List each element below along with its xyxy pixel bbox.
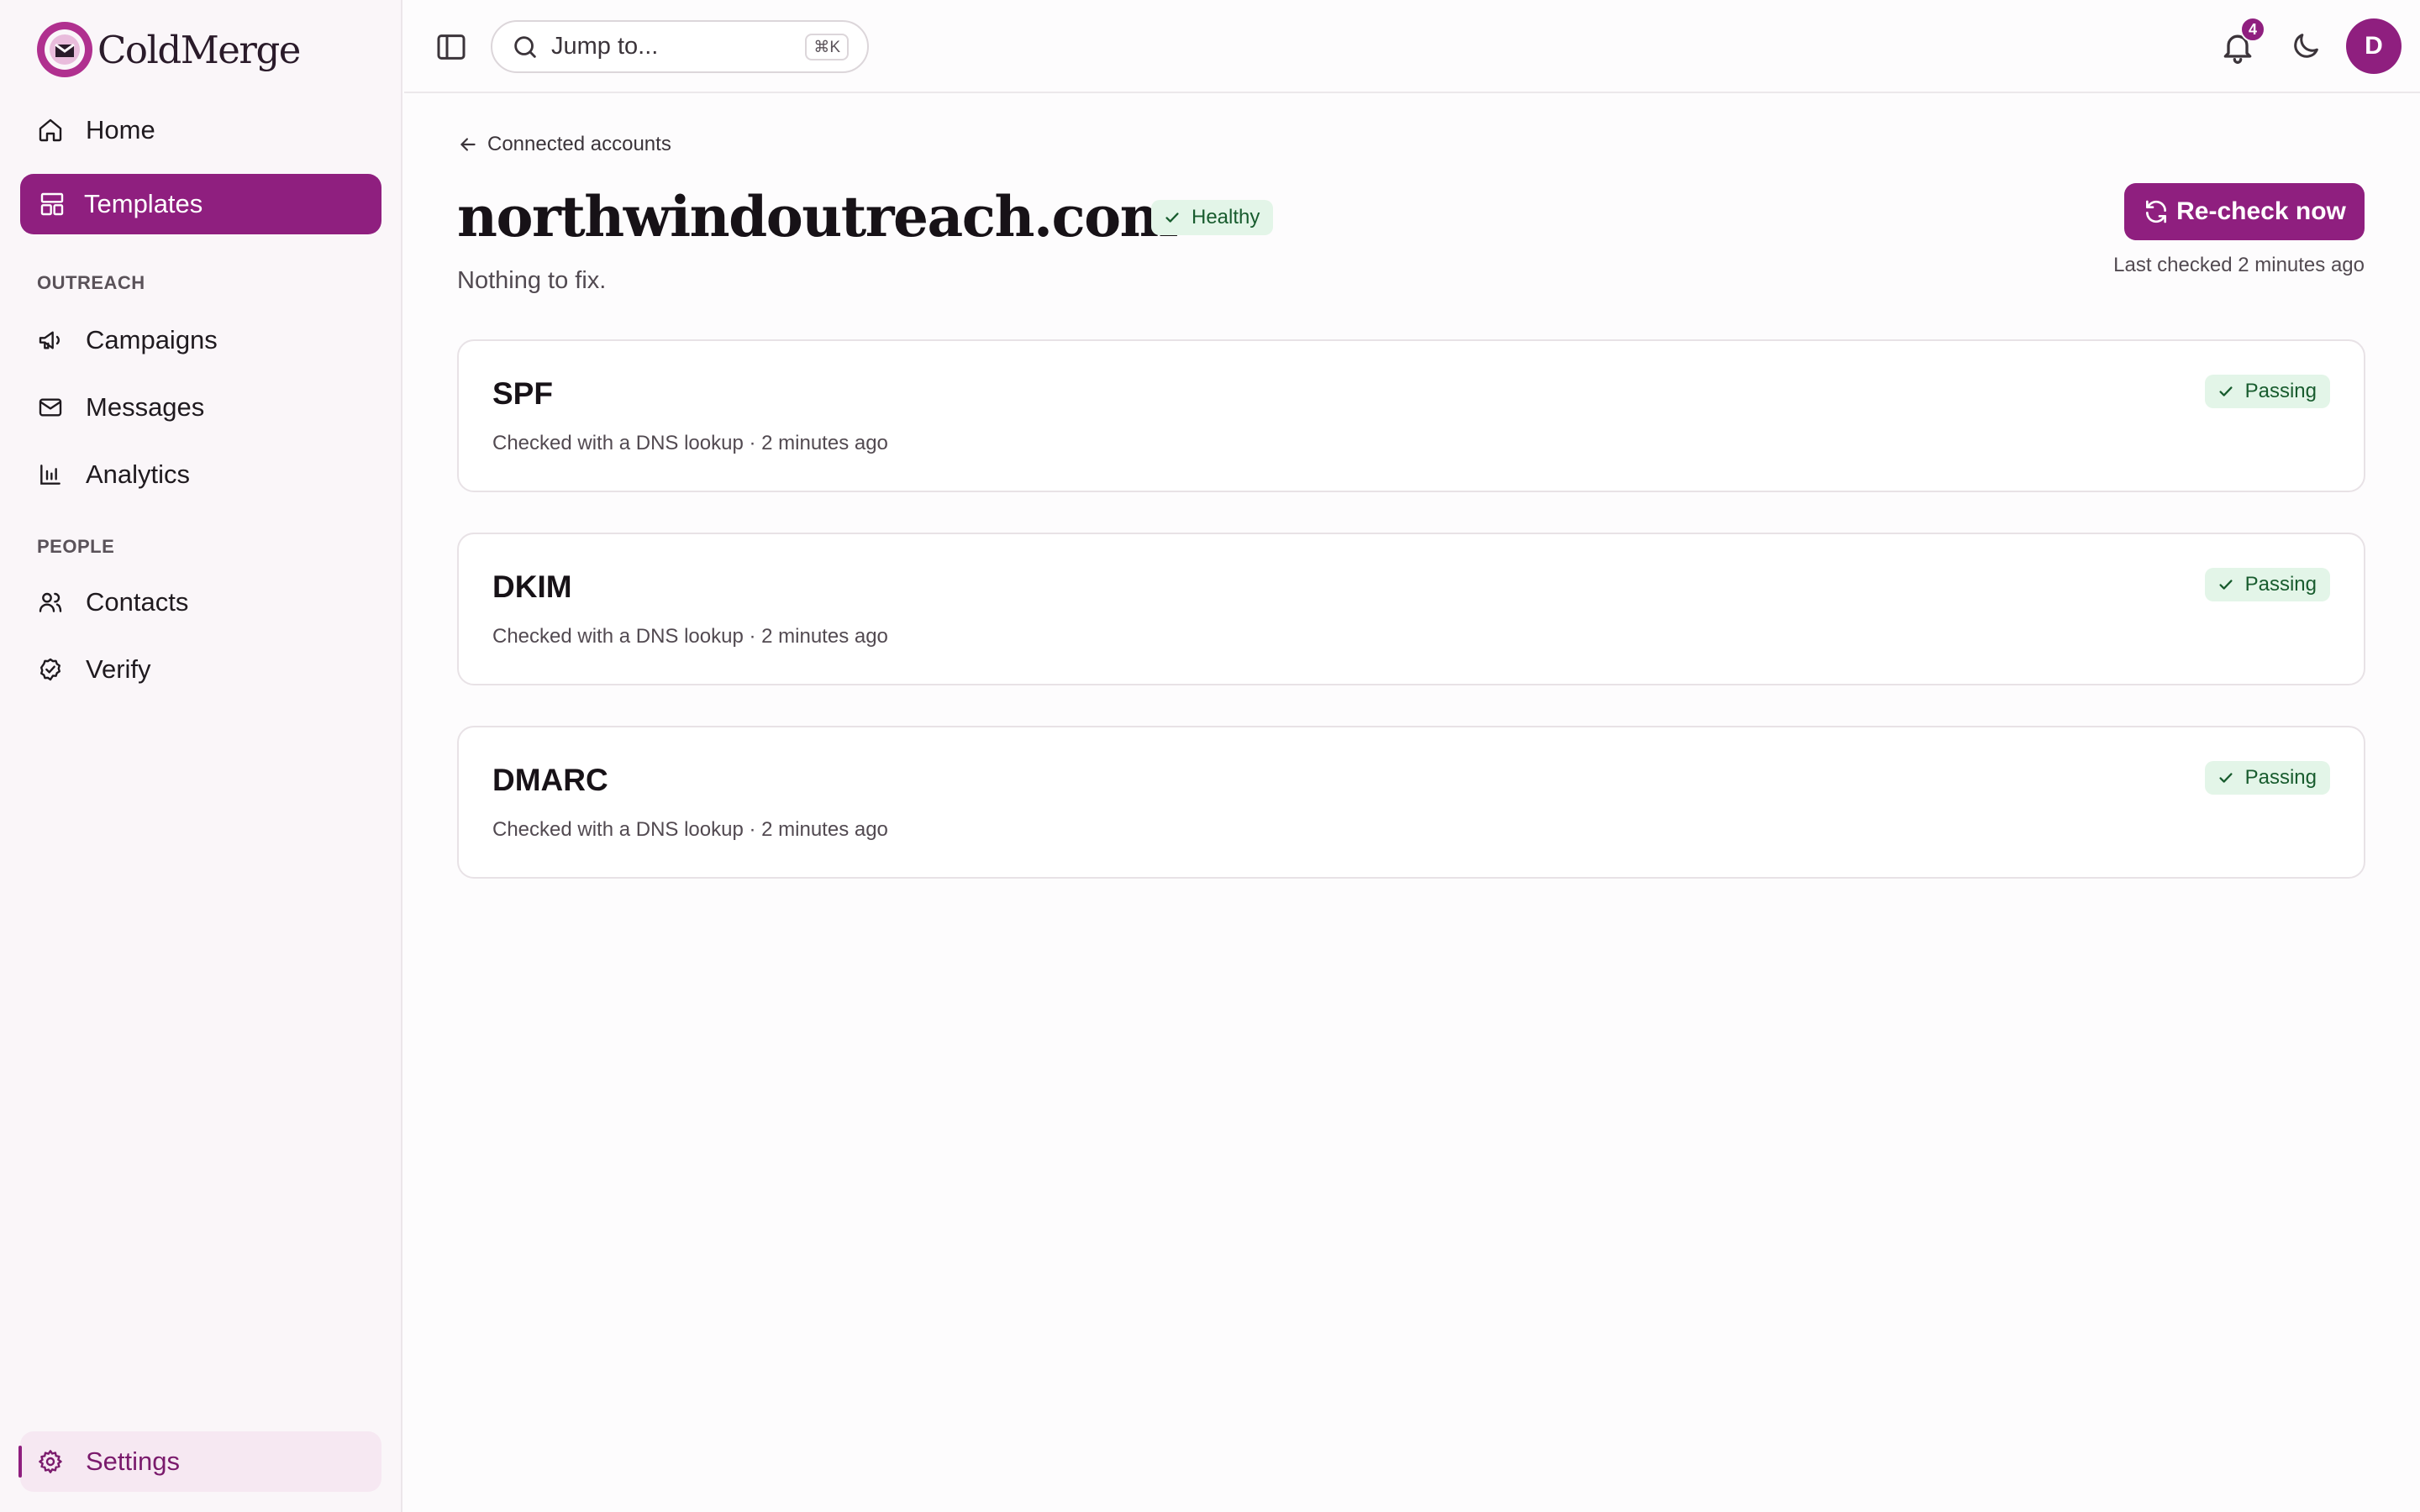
sidebar-item-templates[interactable]: Templates [20, 174, 381, 234]
check-name: DKIM [492, 570, 572, 604]
sidebar-item-settings[interactable]: Settings [20, 1431, 381, 1492]
search-icon [514, 35, 536, 58]
sidebar-item-label: Settings [86, 1446, 181, 1476]
page-subtitle: Nothing to fix. [457, 267, 607, 294]
search-input[interactable]: Jump to... ⌘K [491, 20, 869, 73]
users-icon [35, 587, 66, 617]
moon-icon[interactable] [2289, 29, 2323, 63]
check-detail: Checked with a DNS lookup · 2 minutes ag… [492, 625, 888, 648]
sidebar-item-label: Messages [86, 392, 205, 422]
topbar: Jump to... ⌘K 4 D [404, 0, 2420, 93]
status-badge-label: Healthy [1192, 206, 1260, 228]
recheck-button-label: Re-check now [2176, 197, 2346, 225]
check-card-spf: SPF Checked with a DNS lookup · 2 minute… [457, 339, 2365, 492]
notification-badge: 4 [2240, 17, 2265, 42]
search-placeholder: Jump to... [551, 33, 659, 60]
check-status-badge: Passing [2204, 375, 2330, 408]
templates-icon [37, 189, 67, 219]
check-status-label: Passing [2244, 573, 2317, 596]
check-status-label: Passing [2244, 380, 2317, 402]
check-icon [2219, 580, 2233, 590]
check-detail: Checked with a DNS lookup · 2 minutes ag… [492, 432, 888, 454]
sidebar-item-messages[interactable]: Messages [20, 377, 381, 438]
check-detail: Checked with a DNS lookup · 2 minutes ag… [492, 818, 888, 841]
bar-chart-icon [35, 459, 66, 490]
arrow-left-icon [460, 138, 476, 151]
search-shortcut: ⌘K [805, 34, 849, 60]
check-name: DMARC [492, 763, 608, 797]
refresh-icon [2146, 200, 2167, 223]
coldmerge-logo-icon [37, 22, 92, 77]
sidebar-item-home[interactable]: Home [20, 100, 381, 160]
check-status-label: Passing [2244, 766, 2317, 789]
avatar[interactable]: D [2346, 18, 2402, 74]
check-card-dkim: DKIM Checked with a DNS lookup · 2 minut… [457, 533, 2365, 685]
check-icon [1165, 213, 1179, 223]
sidebar-item-campaigns[interactable]: Campaigns [20, 310, 381, 370]
badge-check-icon [35, 654, 66, 685]
megaphone-icon [35, 325, 66, 355]
sidebar-item-label: Contacts [86, 587, 189, 617]
sidebar-item-label: Home [86, 115, 155, 144]
back-link[interactable]: Connected accounts [457, 133, 671, 156]
page-title: northwindoutreach.com [457, 184, 1179, 249]
sidebar-item-analytics[interactable]: Analytics [20, 444, 381, 505]
last-checked: Last checked 2 minutes ago [2113, 254, 2365, 276]
section-label-outreach: OUTREACH [37, 272, 145, 293]
status-badge: Healthy [1151, 200, 1274, 235]
check-status-badge: Passing [2204, 761, 2330, 795]
sidebar-item-label: Verify [86, 654, 151, 684]
sidebar-item-label: Campaigns [86, 325, 218, 354]
sidebar-item-contacts[interactable]: Contacts [20, 572, 381, 633]
mail-icon [35, 392, 66, 423]
recheck-button[interactable]: Re-check now [2124, 183, 2365, 240]
sidebar-item-label: Templates [84, 189, 203, 218]
check-status-badge: Passing [2204, 568, 2330, 601]
brand-logo[interactable]: ColdMerge [34, 18, 301, 81]
sidebar-item-label: Analytics [86, 459, 191, 489]
check-icon [2219, 773, 2233, 783]
gear-icon [35, 1446, 66, 1477]
home-icon [35, 115, 66, 145]
active-indicator [18, 1446, 22, 1478]
sidebar-item-verify[interactable]: Verify [20, 639, 381, 700]
brand-name: ColdMerge [97, 27, 301, 72]
section-label-people: PEOPLE [37, 536, 115, 557]
check-card-dmarc: DMARC Checked with a DNS lookup · 2 minu… [457, 726, 2365, 879]
check-name: SPF [492, 376, 553, 411]
back-link-label: Connected accounts [487, 133, 671, 155]
check-icon [2219, 386, 2233, 396]
sidebar-toggle-icon[interactable] [434, 30, 468, 64]
sidebar: ColdMerge Home Templates OUTREACH Campai… [0, 0, 402, 1512]
